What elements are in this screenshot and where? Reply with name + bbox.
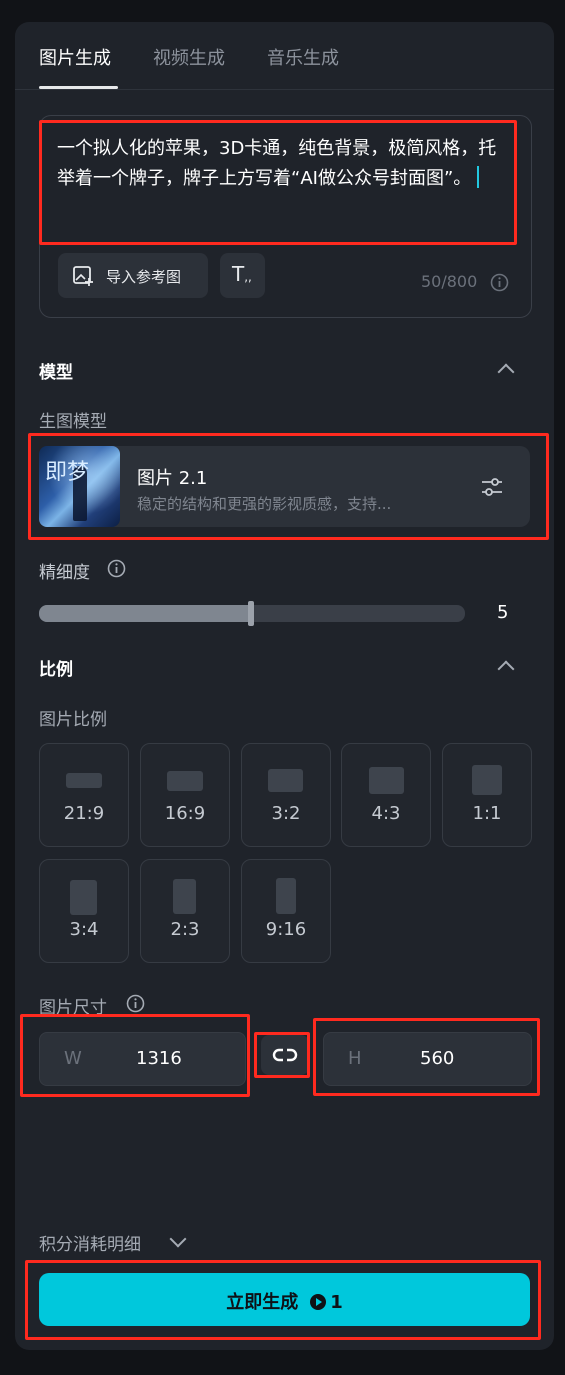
ratio-label: 3:4 (69, 919, 99, 940)
highlight-box-link (254, 1032, 310, 1078)
highlight-box-width (20, 1014, 250, 1097)
highlight-box-model (28, 433, 549, 540)
ratio-option-3-4[interactable]: 3:4 (39, 859, 129, 963)
ratio-option-3-2[interactable]: 3:2 (241, 743, 331, 847)
ratio-option-16-9[interactable]: 16:9 (140, 743, 230, 847)
ratio-option-4-3[interactable]: 4:3 (341, 743, 431, 847)
size-info-icon[interactable] (126, 994, 145, 1013)
image-ratio-label: 图片比例 (39, 710, 107, 730)
ratio-option-2-3[interactable]: 2:3 (140, 859, 230, 963)
ratio-section-title: 比例 (39, 660, 73, 680)
highlight-box-prompt (39, 120, 517, 245)
ratio-option-9-16[interactable]: 9:16 (241, 859, 331, 963)
import-reference-button[interactable]: 导入参考图 (58, 253, 208, 298)
ratio-label: 9:16 (265, 919, 307, 940)
tabs-divider (15, 89, 554, 90)
ratio-label: 21:9 (63, 803, 105, 824)
character-count: 50/800 (421, 272, 478, 291)
tab-music-generation[interactable]: 音乐生成 (267, 44, 339, 70)
ratio-label: 3:2 (271, 803, 301, 824)
highlight-box-height (313, 1018, 540, 1096)
import-reference-label: 导入参考图 (106, 268, 182, 286)
detail-info-icon[interactable] (107, 559, 126, 578)
model-section-title: 模型 (39, 363, 73, 383)
detail-label: 精细度 (39, 563, 90, 583)
cost-detail-toggle[interactable]: 积分消耗明细 (39, 1230, 141, 1255)
ratio-option-21-9[interactable]: 21:9 (39, 743, 129, 847)
highlight-box-generate (25, 1260, 541, 1340)
ratio-label: 2:3 (170, 919, 200, 940)
tab-video-generation[interactable]: 视频生成 (153, 44, 225, 70)
detail-value: 5 (497, 602, 509, 623)
ratio-option-1-1[interactable]: 1:1 (442, 743, 532, 847)
ratio-label: 4:3 (371, 803, 401, 824)
detail-slider-handle[interactable] (248, 601, 254, 626)
detail-slider-fill (39, 605, 252, 622)
tab-image-generation[interactable]: 图片生成 (39, 44, 111, 70)
image-add-icon (73, 266, 93, 286)
info-icon[interactable] (490, 273, 509, 292)
image-model-label: 生图模型 (39, 412, 107, 432)
ratio-label: 1:1 (472, 803, 502, 824)
text-style-icon: T,, (232, 262, 252, 286)
text-style-button[interactable]: T,, (220, 253, 265, 298)
ratio-label: 16:9 (164, 803, 206, 824)
